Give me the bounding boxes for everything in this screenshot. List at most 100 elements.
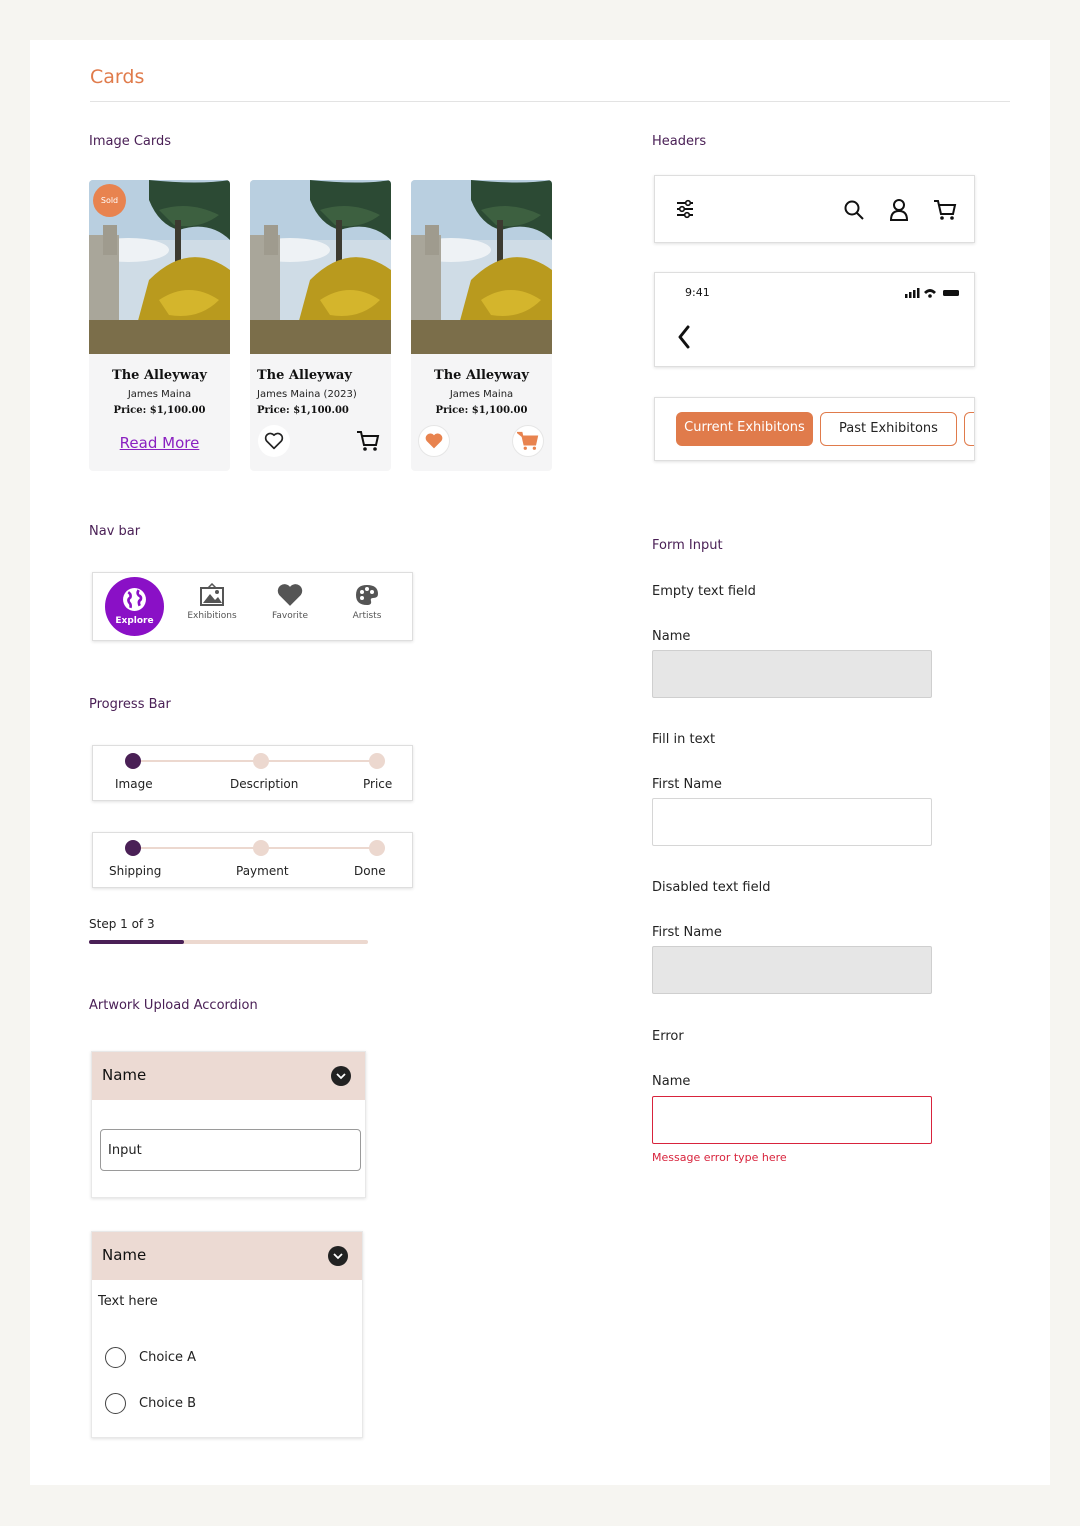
step-label: Description <box>230 777 299 791</box>
nav-label: Favorite <box>272 611 308 621</box>
artwork-image <box>250 180 391 354</box>
tab-overflow[interactable] <box>964 412 974 446</box>
section-label-accordion: Artwork Upload Accordion <box>89 998 258 1013</box>
user-icon[interactable] <box>889 198 909 222</box>
app-header-bar <box>654 175 975 243</box>
filter-icon[interactable] <box>675 199 695 219</box>
form-heading-fill: Fill in text <box>652 732 716 747</box>
card-artist: James Maina <box>449 389 514 400</box>
globe-icon <box>123 588 146 611</box>
card-title: The Alleyway <box>434 368 529 383</box>
cart-icon[interactable] <box>933 199 957 221</box>
form-heading-empty: Empty text field <box>652 584 756 599</box>
accordion-text: Text here <box>98 1294 158 1309</box>
card-title: The Alleyway <box>112 368 207 383</box>
mobile-header: 9:41 <box>654 272 975 367</box>
error-message: Message error type here <box>652 1151 787 1164</box>
radio-choice-a[interactable] <box>105 1347 126 1368</box>
radio-label: Choice B <box>139 1396 197 1411</box>
accordion-input[interactable]: Input <box>100 1129 361 1171</box>
accordion-title: Name <box>102 1246 147 1264</box>
step-counter: Step 1 of 3 <box>89 917 155 931</box>
artwork-card[interactable]: Sold The Alleyway James Maina Price: $1,… <box>89 180 230 471</box>
linear-progress-fill <box>89 940 184 944</box>
step-label: Image <box>115 777 153 791</box>
error-text-field[interactable] <box>652 1096 932 1144</box>
tab-current-exhibitions[interactable]: Current Exhibitons <box>676 412 813 446</box>
style-guide-sheet: Cards Image Cards Sold The Alleyway Jame… <box>30 40 1050 1485</box>
step-label: Done <box>354 864 386 878</box>
image-icon <box>200 583 224 606</box>
read-more-link[interactable]: Read More <box>89 434 230 452</box>
step-dot <box>369 753 385 769</box>
step-dot <box>369 840 385 856</box>
radio-label: Choice A <box>139 1350 197 1365</box>
form-heading-error: Error <box>652 1029 684 1044</box>
card-price: Price: $1,100.00 <box>257 405 349 416</box>
progress-stepper: Shipping Payment Done <box>92 832 413 888</box>
step-label: Shipping <box>109 864 162 878</box>
heart-outline-icon[interactable] <box>258 425 290 457</box>
accordion-title: Name <box>102 1066 147 1084</box>
accordion-header[interactable]: Name <box>92 1232 362 1280</box>
step-dot <box>253 840 269 856</box>
card-artist: James Maina <box>127 389 192 400</box>
artwork-image <box>411 180 552 354</box>
accordion-panel: Name Input <box>91 1051 366 1198</box>
nav-label: Artists <box>352 611 382 621</box>
step-label: Payment <box>236 864 289 878</box>
artwork-card[interactable]: The Alleyway James Maina Price: $1,100.0… <box>411 180 552 471</box>
artwork-card[interactable]: The Alleyway James Maina (2023) Price: $… <box>250 180 391 471</box>
bottom-nav-bar: Explore Exhibitions Favorite Artists <box>92 572 413 641</box>
nav-label: Explore <box>115 616 154 626</box>
nav-item-explore[interactable]: Explore <box>105 577 164 636</box>
empty-text-field[interactable] <box>652 650 932 698</box>
exhibition-tabs: Current Exhibitons Past Exhibitons <box>654 397 975 461</box>
section-label-headers: Headers <box>652 134 707 149</box>
card-title: The Alleyway <box>257 368 352 383</box>
chevron-down-icon[interactable] <box>328 1246 348 1266</box>
heart-icon <box>277 584 303 606</box>
section-label-nav-bar: Nav bar <box>89 524 141 539</box>
section-label-progress-bar: Progress Bar <box>89 697 171 712</box>
status-icons <box>905 288 959 298</box>
cart-filled-icon[interactable] <box>512 425 544 457</box>
disabled-text-field <box>652 946 932 994</box>
nav-item-artists[interactable]: Artists <box>335 583 399 621</box>
card-price: Price: $1,100.00 <box>113 405 206 416</box>
nav-item-exhibitions[interactable]: Exhibitions <box>180 583 244 621</box>
palette-icon <box>356 585 378 605</box>
status-time: 9:41 <box>685 286 710 299</box>
step-dot-active <box>125 840 141 856</box>
section-label-image-cards: Image Cards <box>89 134 172 149</box>
sold-badge: Sold <box>93 184 126 217</box>
card-artist: James Maina (2023) <box>257 389 357 400</box>
card-price: Price: $1,100.00 <box>435 405 528 416</box>
progress-stepper: Image Description Price <box>92 745 413 801</box>
page-title: Cards <box>90 66 145 88</box>
first-name-field[interactable] <box>652 798 932 846</box>
field-label: Name <box>652 629 691 644</box>
step-dot <box>253 753 269 769</box>
heart-filled-icon[interactable] <box>418 425 450 457</box>
section-label-form-input: Form Input <box>652 538 723 553</box>
nav-item-favorite[interactable]: Favorite <box>258 583 322 621</box>
nav-label: Exhibitions <box>187 611 237 621</box>
accordion-panel: Name Text here Choice A Choice B <box>91 1231 363 1438</box>
linear-progress-track <box>89 940 368 944</box>
cart-icon[interactable] <box>352 425 384 457</box>
input-value: Input <box>108 1143 142 1158</box>
step-label: Price <box>363 777 393 791</box>
tab-past-exhibitions[interactable]: Past Exhibitons <box>820 412 957 446</box>
field-label: First Name <box>652 777 722 792</box>
field-label: First Name <box>652 925 722 940</box>
chevron-down-icon[interactable] <box>331 1066 351 1086</box>
chevron-left-icon[interactable] <box>677 325 691 349</box>
step-dot-active <box>125 753 141 769</box>
form-heading-disabled: Disabled text field <box>652 880 771 895</box>
radio-choice-b[interactable] <box>105 1393 126 1414</box>
title-divider <box>90 101 1010 102</box>
search-icon[interactable] <box>843 199 865 221</box>
accordion-header[interactable]: Name <box>92 1052 365 1100</box>
field-label: Name <box>652 1074 691 1089</box>
